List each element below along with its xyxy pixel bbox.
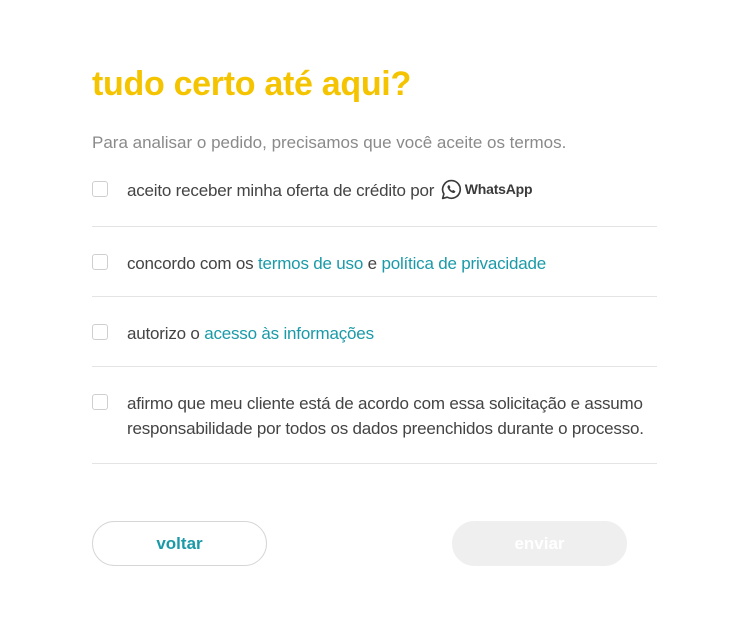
form-actions: voltar enviar — [92, 521, 627, 567]
term-whatsapp: aceito receber minha oferta de crédito p… — [92, 177, 657, 228]
terms-list: aceito receber minha oferta de crédito p… — [92, 177, 657, 465]
term-whatsapp-text: aceito receber minha oferta de crédito p… — [127, 181, 435, 200]
whatsapp-icon — [441, 179, 461, 200]
term-client-agreement-checkbox[interactable] — [92, 394, 108, 411]
whatsapp-logo: WhatsApp — [441, 177, 533, 202]
term-information-access-checkbox[interactable] — [92, 324, 108, 341]
back-button[interactable]: voltar — [92, 521, 267, 566]
term-whatsapp-label: aceito receber minha oferta de crédito p… — [127, 177, 533, 204]
information-access-link[interactable]: acesso às informações — [204, 324, 374, 343]
privacy-policy-link[interactable]: política de privacidade — [381, 254, 546, 273]
send-button[interactable]: enviar — [452, 521, 627, 566]
term-client-agreement-label: afirmo que meu cliente está de acordo co… — [127, 394, 644, 439]
page-subtitle: Para analisar o pedido, precisamos que v… — [92, 133, 567, 152]
page-title: tudo certo até aqui? — [92, 65, 411, 103]
whatsapp-wordmark: WhatsApp — [464, 181, 533, 198]
term-terms-of-use: concordo com os termos de uso e política… — [92, 251, 657, 298]
term-whatsapp-checkbox[interactable] — [92, 181, 108, 197]
term-information-access-text: autorizo o — [127, 324, 200, 344]
term-joiner: e — [367, 254, 377, 274]
term-client-agreement: afirmo que meu cliente está de acordo co… — [92, 391, 657, 465]
terms-of-use-link[interactable]: termos de uso — [258, 254, 363, 273]
term-terms-of-use-label: concordo com os termos de uso e política… — [127, 251, 546, 276]
terms-page: tudo certo até aqui? Para analisar o ped… — [0, 0, 746, 625]
term-terms-of-use-text: concordo com os — [127, 254, 254, 274]
terms-form: tudo certo até aqui? Para analisar o ped… — [92, 62, 657, 465]
term-information-access: autorizo o acesso às informações — [92, 321, 657, 368]
term-terms-of-use-checkbox[interactable] — [92, 254, 108, 271]
term-information-access-label: autorizo o acesso às informações — [127, 321, 374, 346]
